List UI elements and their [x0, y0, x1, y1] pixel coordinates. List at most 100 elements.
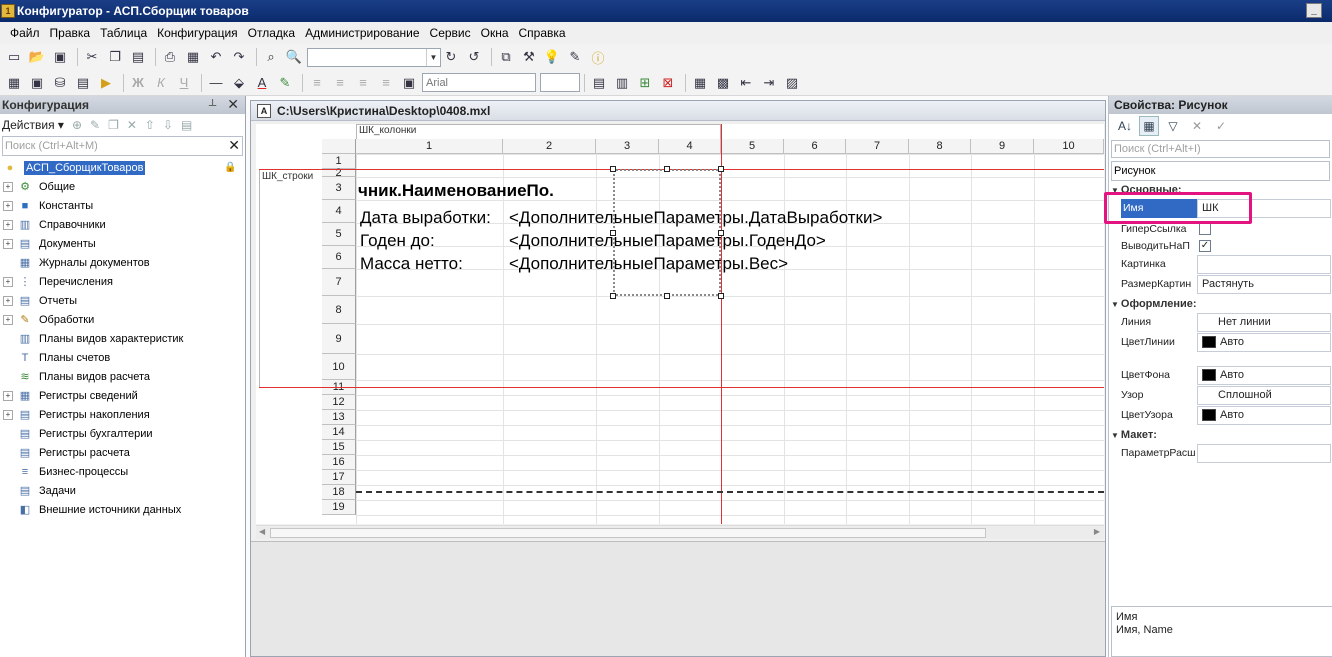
underline-icon[interactable]: Ч: [174, 73, 194, 93]
scroll-right-icon[interactable]: ▶: [1094, 527, 1100, 536]
column-header[interactable]: 2: [503, 139, 596, 154]
resize-handle[interactable]: [610, 166, 616, 172]
row-header[interactable]: 10: [322, 354, 356, 380]
row-header[interactable]: 6: [322, 246, 356, 269]
row-header[interactable]: 17: [322, 470, 356, 485]
filter-icon[interactable]: ▽: [1163, 116, 1183, 136]
search-icon[interactable]: 🔍: [284, 47, 304, 67]
scrollbar-thumb[interactable]: [270, 528, 986, 538]
find-next-icon[interactable]: ↻: [441, 47, 461, 67]
tree-item[interactable]: ▦ Журналы документов: [0, 253, 245, 272]
tree-item[interactable]: + ⋮ Перечисления: [0, 272, 245, 291]
db-icon[interactable]: ⛁: [50, 73, 70, 93]
tree-item[interactable]: + ⚙ Общие: [0, 177, 245, 196]
page-break-2-icon[interactable]: ⇥: [759, 73, 779, 93]
horizontal-scrollbar[interactable]: ◀ ▶: [256, 525, 1104, 539]
picture-size-field[interactable]: Растянуть: [1197, 275, 1331, 294]
resize-handle[interactable]: [610, 230, 616, 236]
expand-icon[interactable]: +: [3, 181, 13, 192]
align-right-icon[interactable]: ≡: [353, 73, 373, 93]
row-header[interactable]: 13: [322, 410, 356, 425]
justify-icon[interactable]: ≡: [376, 73, 396, 93]
expand-icon[interactable]: +: [3, 276, 13, 287]
tree-item[interactable]: T Планы счетов: [0, 348, 245, 367]
column-header[interactable]: 5: [721, 139, 784, 154]
new-file-icon[interactable]: ▭: [4, 47, 24, 67]
tree-item[interactable]: + ▥ Справочники: [0, 215, 245, 234]
menu-service[interactable]: Сервис: [430, 26, 471, 40]
names-icon[interactable]: ▩: [713, 73, 733, 93]
column-header[interactable]: 3: [596, 139, 659, 154]
row-header[interactable]: 9: [322, 324, 356, 354]
pattern-field[interactable]: Сплошной: [1197, 386, 1331, 405]
menu-edit[interactable]: Правка: [50, 26, 91, 40]
close-icon[interactable]: ✕: [227, 96, 239, 113]
bg-color-field[interactable]: Авто: [1197, 366, 1331, 385]
row-groups-icon[interactable]: ▤: [589, 73, 609, 93]
param-field[interactable]: [1197, 444, 1331, 463]
spreadsheet[interactable]: ШК_колонки ШК_строки 1 2 3 4 5 6 7 8 9 10 1 2 3 4 5 6 7 8…: [256, 124, 1104, 524]
column-header[interactable]: 1: [356, 139, 503, 154]
delete-icon[interactable]: ✕: [1187, 116, 1207, 136]
module-icon[interactable]: ▤: [73, 73, 93, 93]
tree-item[interactable]: + ✎ Обработки: [0, 310, 245, 329]
expand-icon[interactable]: +: [3, 219, 13, 230]
tree-item[interactable]: ▤ Задачи: [0, 481, 245, 500]
open-folder-icon[interactable]: 📂: [27, 47, 47, 67]
tree-item[interactable]: ▤ Регистры бухгалтерии: [0, 424, 245, 443]
save-icon[interactable]: ▣: [50, 47, 70, 67]
menu-file[interactable]: Файл: [10, 26, 40, 40]
section-layout[interactable]: ▼ Макет:: [1111, 429, 1157, 441]
expand-icon[interactable]: +: [3, 200, 13, 211]
undo-icon[interactable]: ↶: [206, 47, 226, 67]
resize-handle[interactable]: [718, 166, 724, 172]
font-combo[interactable]: Arial: [422, 73, 536, 92]
syntax-helper-icon[interactable]: ✎: [565, 47, 585, 67]
actions-menu[interactable]: Действия ▾: [2, 118, 64, 132]
scroll-left-icon[interactable]: ◀: [259, 527, 265, 536]
menu-debug[interactable]: Отладка: [248, 26, 295, 40]
clear-search-icon[interactable]: ✕: [228, 137, 240, 154]
font-size-combo[interactable]: [540, 73, 580, 92]
tree-item[interactable]: + ■ Константы: [0, 196, 245, 215]
column-header[interactable]: 8: [909, 139, 971, 154]
merge-cells-icon[interactable]: ▣: [399, 73, 419, 93]
row-header[interactable]: 2: [322, 168, 356, 179]
chevron-down-icon[interactable]: ▼: [426, 48, 440, 66]
align-left-icon[interactable]: ≡: [307, 73, 327, 93]
tree-item[interactable]: + ▤ Отчеты: [0, 291, 245, 310]
resize-handle[interactable]: [718, 293, 724, 299]
resize-handle[interactable]: [664, 293, 670, 299]
add-icon[interactable]: ⊕: [72, 118, 82, 132]
row-header[interactable]: 4: [322, 200, 356, 223]
windows-icon[interactable]: ⧉: [496, 47, 516, 67]
column-header[interactable]: 6: [784, 139, 846, 154]
tree-item[interactable]: + ▤ Регистры накопления: [0, 405, 245, 424]
configuration-search-input[interactable]: Поиск (Ctrl+Alt+M) ✕: [2, 136, 243, 156]
tree-item[interactable]: ▥ Планы видов характеристик: [0, 329, 245, 348]
menu-table[interactable]: Таблица: [100, 26, 147, 40]
row-header[interactable]: 18: [322, 485, 356, 500]
bold-icon[interactable]: Ж: [128, 73, 148, 93]
menu-windows[interactable]: Окна: [481, 26, 509, 40]
properties-search-input[interactable]: Поиск (Ctrl+Alt+I): [1111, 140, 1330, 158]
print-icon[interactable]: ⎙: [160, 47, 180, 67]
picture-icon[interactable]: ▨: [782, 73, 802, 93]
expand-icon[interactable]: +: [3, 295, 13, 306]
form-icon[interactable]: ▣: [27, 73, 47, 93]
row-header[interactable]: 5: [322, 223, 356, 246]
find-prev-icon[interactable]: ↺: [464, 47, 484, 67]
pattern-color-field[interactable]: Авто: [1197, 406, 1331, 425]
copy-icon[interactable]: ❐: [108, 118, 119, 132]
insert-cells-icon[interactable]: ⊞: [635, 73, 655, 93]
column-header[interactable]: 10: [1034, 139, 1104, 154]
table-icon[interactable]: ▦: [4, 73, 24, 93]
line-style-icon[interactable]: —: [206, 73, 226, 93]
bulb-icon[interactable]: 💡: [542, 47, 562, 67]
menu-help[interactable]: Справка: [519, 26, 566, 40]
tools-icon[interactable]: ⚒: [519, 47, 539, 67]
tree-root[interactable]: ● АСП_СборщикТоваров 🔒: [0, 158, 245, 177]
row-header[interactable]: 14: [322, 425, 356, 440]
tree-item[interactable]: ≡ Бизнес-процессы: [0, 462, 245, 481]
column-header[interactable]: 9: [971, 139, 1034, 154]
